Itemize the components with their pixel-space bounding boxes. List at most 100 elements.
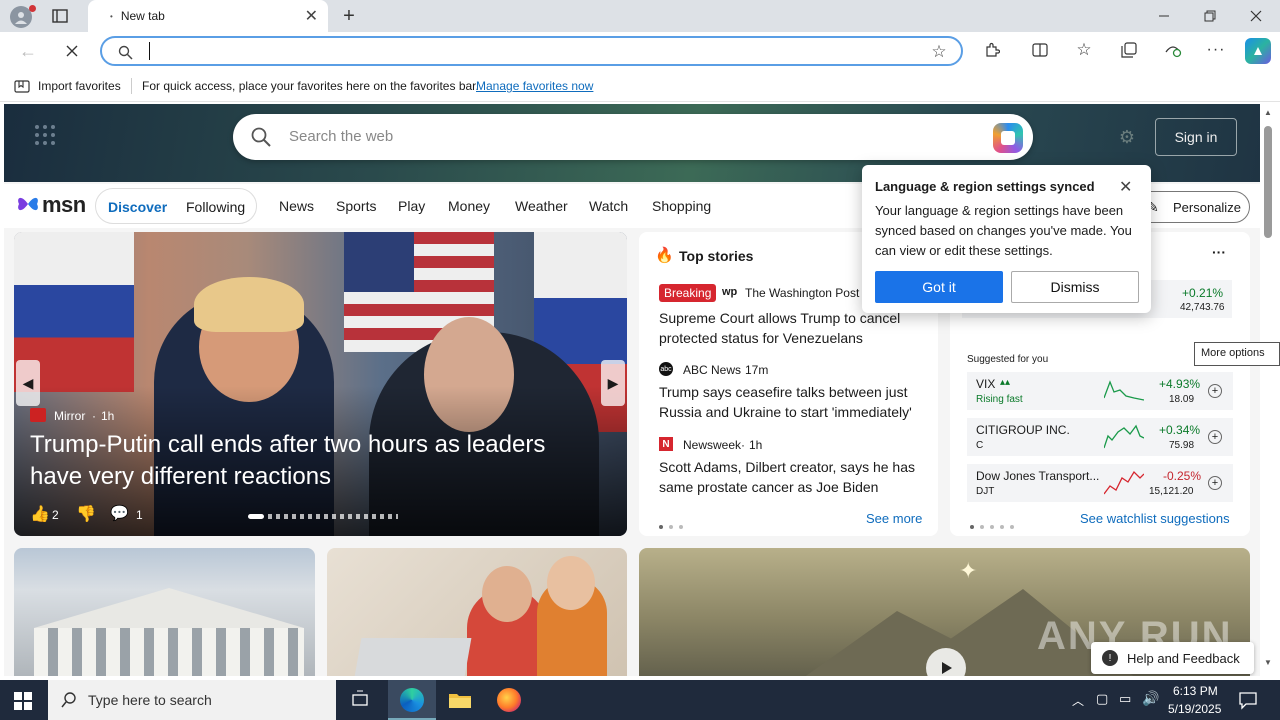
popup-close-icon[interactable]: ✕ xyxy=(1119,177,1132,197)
dislike-icon[interactable]: 👎 xyxy=(76,504,96,524)
restore-icon[interactable] xyxy=(1200,6,1220,26)
pager-dots[interactable] xyxy=(659,517,689,532)
task-view-icon[interactable] xyxy=(350,690,370,710)
story-meta-sep: · xyxy=(737,363,741,377)
personalize-button[interactable]: ✎ Personalize xyxy=(1134,191,1250,223)
hero-headline[interactable]: Trump-Putin call ends after two hours as… xyxy=(30,429,590,493)
add-watchlist-icon[interactable]: + xyxy=(1208,384,1222,398)
collections-icon[interactable] xyxy=(1119,40,1139,60)
see-more-link[interactable]: See more xyxy=(866,511,922,526)
add-watchlist-icon[interactable]: + xyxy=(1208,430,1222,444)
add-watchlist-icon[interactable]: + xyxy=(1208,476,1222,490)
minimize-icon[interactable] xyxy=(1154,6,1174,26)
stock-row-djt[interactable]: Dow Jones Transport... DJT -0.25% 15,121… xyxy=(967,464,1233,502)
stock-sparkline-icon xyxy=(1104,380,1144,401)
taskbar-search-placeholder[interactable]: Type here to search xyxy=(88,692,212,708)
feedback-icon: ! xyxy=(1102,650,1118,666)
scroll-down-icon[interactable]: ▼ xyxy=(1264,658,1272,667)
address-bar[interactable]: ☆ xyxy=(100,36,963,66)
carousel-next-icon[interactable]: ▶ xyxy=(601,360,625,406)
import-favorites-button[interactable]: Import favorites xyxy=(38,79,121,93)
stock-sub: Rising fast xyxy=(976,394,1023,405)
carousel-dots[interactable] xyxy=(248,514,398,520)
msn-logo[interactable]: msn xyxy=(42,192,86,218)
help-feedback-button[interactable]: ! Help and Feedback xyxy=(1091,642,1254,674)
tab-close-icon[interactable]: ✕ xyxy=(305,6,318,26)
story-card-couple[interactable] xyxy=(327,548,627,676)
scroll-up-icon[interactable]: ▲ xyxy=(1264,108,1272,117)
story-card-court[interactable] xyxy=(14,548,315,676)
clock-time[interactable]: 6:13 PM xyxy=(1173,684,1218,698)
clock-date[interactable]: 5/19/2025 xyxy=(1168,702,1221,716)
scrollbar-thumb[interactable] xyxy=(1264,126,1272,238)
nav-shopping[interactable]: Shopping xyxy=(652,198,711,214)
story-headline[interactable]: Scott Adams, Dilbert creator, says he ha… xyxy=(659,457,927,497)
nav-sports[interactable]: Sports xyxy=(336,198,376,214)
web-search-box[interactable]: Search the web xyxy=(233,114,1033,160)
tab-strip: • New tab ✕ + xyxy=(0,0,1280,32)
stock-value: 18.09 xyxy=(1169,394,1195,405)
tab-following[interactable]: Following xyxy=(186,199,245,215)
split-screen-icon[interactable] xyxy=(1030,40,1050,60)
stock-row-vix[interactable]: VIX ▴▴ Rising fast +4.93% 18.09 + xyxy=(967,372,1233,410)
comment-icon[interactable]: 💬 xyxy=(110,504,129,522)
search-icon xyxy=(251,127,271,150)
close-window-icon[interactable] xyxy=(1246,6,1266,26)
tray-chevron-icon[interactable]: ︿ xyxy=(1072,692,1084,709)
notification-dot xyxy=(29,5,36,12)
nav-play[interactable]: Play xyxy=(398,198,425,214)
nav-news[interactable]: News xyxy=(279,198,314,214)
settings-synced-popup: Language & region settings synced ✕ Your… xyxy=(862,165,1151,313)
tab-discover[interactable]: Discover xyxy=(108,199,167,215)
page-scrollbar[interactable]: ▲ ▼ xyxy=(1260,104,1280,676)
stock-sparkline-icon xyxy=(1104,424,1144,449)
sign-in-button[interactable]: Sign in xyxy=(1155,118,1237,156)
pager-dots[interactable] xyxy=(970,517,1020,532)
see-watchlist-suggestions-link[interactable]: See watchlist suggestions xyxy=(1080,511,1230,526)
taskbar-edge[interactable] xyxy=(388,680,436,720)
tab-new-tab[interactable]: • New tab ✕ xyxy=(88,0,328,32)
nav-watch[interactable]: Watch xyxy=(589,198,628,214)
manage-favorites-link[interactable]: Manage favorites now xyxy=(476,79,593,93)
nav-money[interactable]: Money xyxy=(448,198,490,214)
extensions-icon[interactable] xyxy=(982,40,1002,60)
story-headline[interactable]: Trump says ceasefire talks between just … xyxy=(659,382,927,422)
taskbar-search-box[interactable]: Type here to search xyxy=(48,680,336,720)
court-pediment xyxy=(34,588,304,628)
msn-butterfly-icon xyxy=(16,192,40,216)
stop-loading-icon[interactable] xyxy=(60,40,84,62)
like-icon[interactable]: 👍 xyxy=(30,504,50,524)
story-headline[interactable]: Supreme Court allows Trump to cancel pro… xyxy=(659,308,927,348)
carousel-prev-icon[interactable]: ◀ xyxy=(16,360,40,406)
settings-gear-icon[interactable]: ⚙ xyxy=(1117,127,1137,147)
tab-title: New tab xyxy=(120,9,165,23)
dismiss-button[interactable]: Dismiss xyxy=(1011,271,1139,303)
suggested-label: Suggested for you xyxy=(967,354,1049,365)
hero-story-card[interactable]: ◀ ▶ Mirror · 1h Trump-Putin call ends af… xyxy=(14,232,627,536)
feed-toggle: Discover Following xyxy=(95,188,257,224)
nav-weather[interactable]: Weather xyxy=(515,198,568,214)
stock-value: 15,121.20 xyxy=(1149,486,1194,497)
network-icon[interactable]: ▭ xyxy=(1119,691,1131,707)
tray-device-icon[interactable]: ▢ xyxy=(1096,691,1108,707)
copilot-icon[interactable] xyxy=(1245,38,1271,64)
browser-essentials-icon[interactable] xyxy=(1163,40,1183,60)
new-tab-icon[interactable]: + xyxy=(338,5,360,27)
search-input[interactable]: Search the web xyxy=(289,128,393,145)
add-favorite-star-icon[interactable]: ☆ xyxy=(928,41,950,63)
copilot-icon[interactable] xyxy=(993,123,1023,153)
card-more-icon[interactable]: ··· xyxy=(1212,244,1226,260)
stock-row-citigroup[interactable]: CITIGROUP INC. C +0.34% 75.98 + xyxy=(967,418,1233,456)
firefox-icon[interactable] xyxy=(497,688,521,712)
comment-count: 1 xyxy=(136,508,143,522)
favorites-icon[interactable]: ☆ xyxy=(1074,40,1094,60)
volume-icon[interactable]: 🔊 xyxy=(1142,690,1159,707)
notifications-icon[interactable] xyxy=(1238,690,1258,710)
tab-actions-icon[interactable] xyxy=(50,7,70,25)
apps-grid-icon[interactable] xyxy=(34,124,56,146)
got-it-button[interactable]: Got it xyxy=(875,271,1003,303)
windows-start-icon[interactable] xyxy=(14,692,32,710)
settings-more-icon[interactable]: ··· xyxy=(1206,40,1226,60)
file-explorer-icon[interactable] xyxy=(448,690,472,710)
back-icon[interactable]: ← xyxy=(16,40,40,62)
